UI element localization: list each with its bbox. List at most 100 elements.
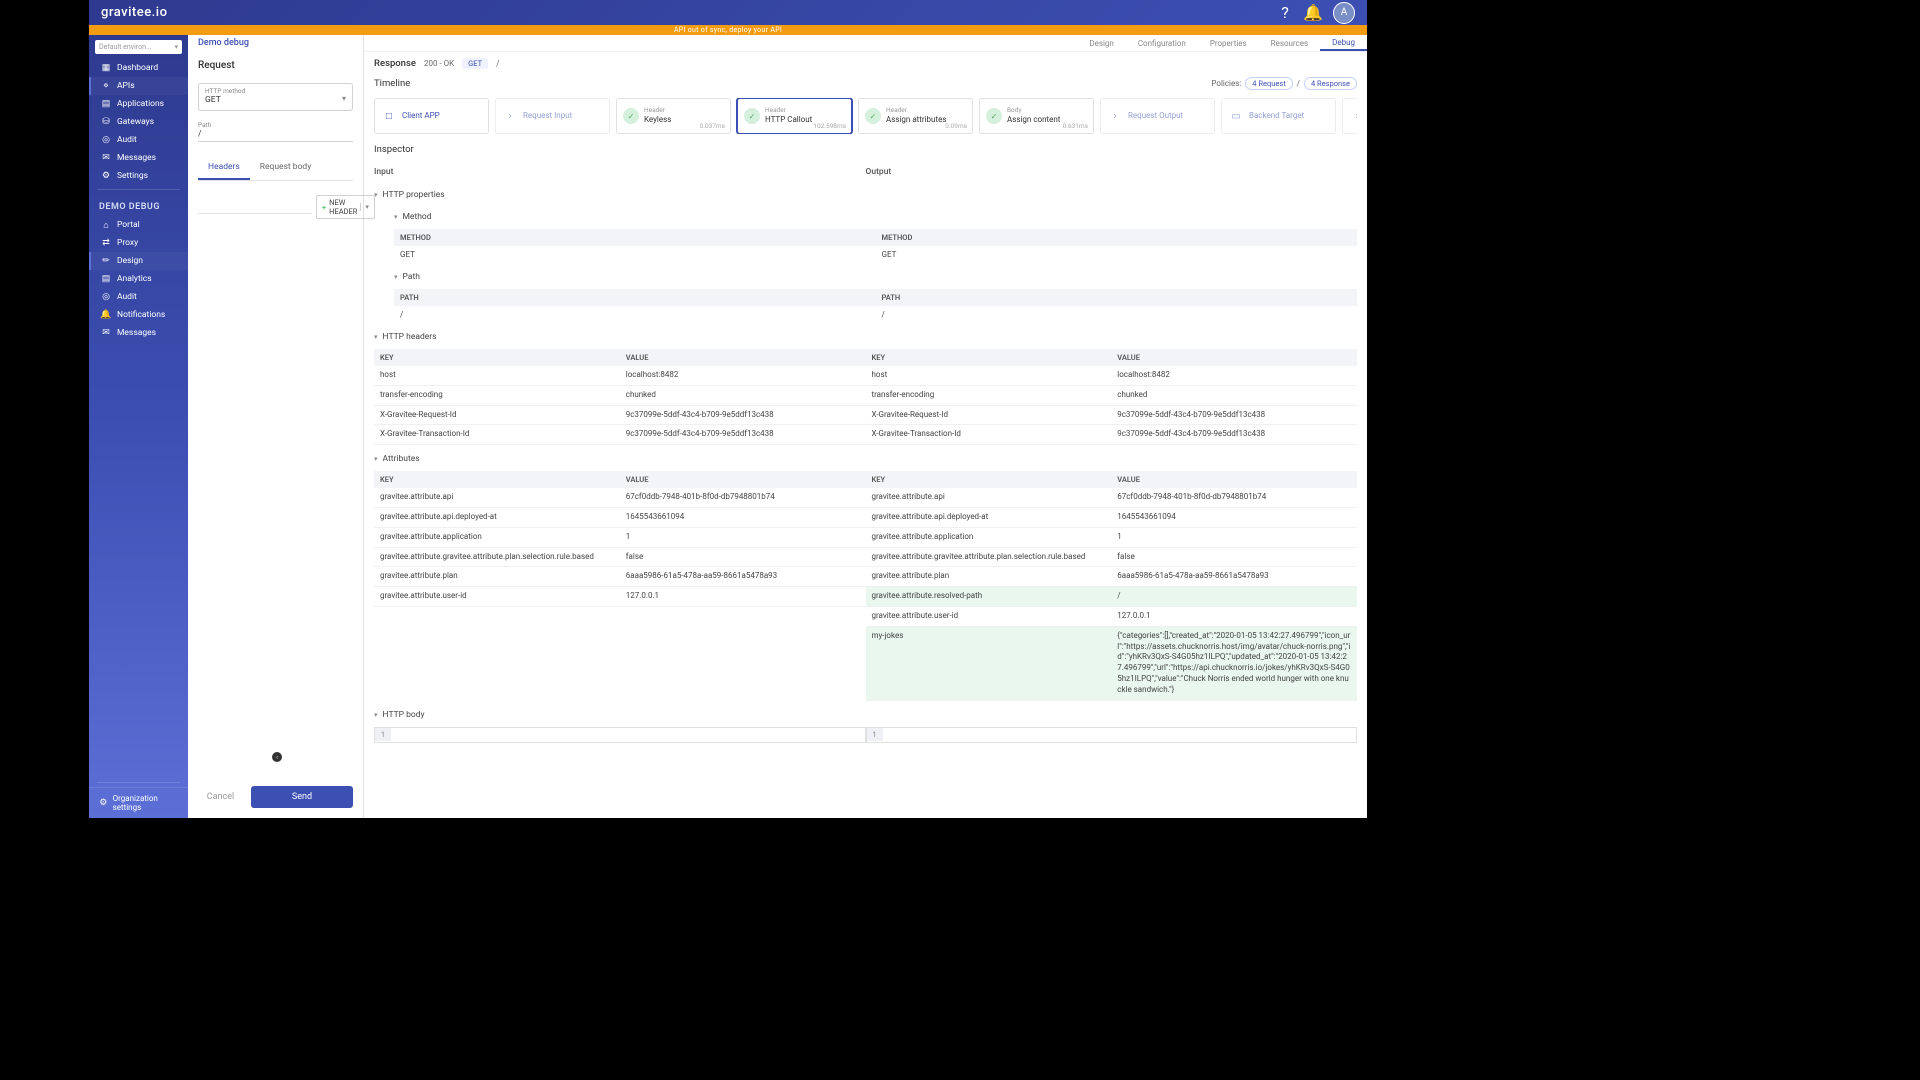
http-properties-toggle[interactable]: ▾HTTP properties (374, 187, 1357, 203)
sidebar-item-proxy[interactable]: ⇄Proxy (89, 234, 188, 252)
sidebar-item-design[interactable]: ✏Design (89, 252, 188, 270)
tab-headers[interactable]: Headers (198, 156, 250, 180)
tab-design[interactable]: Design (1077, 35, 1125, 51)
timeline-card-backend-target[interactable]: ▭Backend Target (1221, 98, 1336, 134)
table-row: gravitee.attribute.api67cf0ddb-7948-401b… (374, 488, 866, 508)
policy-icon: ✓ (623, 108, 639, 124)
timeline-card-keyless[interactable]: ✓HeaderKeyless0.037ms (616, 98, 731, 134)
http-body-toggle[interactable]: ▾HTTP body (374, 707, 1357, 723)
http-method-select[interactable]: HTTP method GET ▾ (198, 83, 353, 111)
apis-icon: ⋄ (101, 81, 111, 91)
tab-resources[interactable]: Resources (1259, 35, 1320, 51)
msg-icon: ✉ (101, 153, 111, 163)
path-output-value: / (876, 306, 1358, 323)
request-pane: Demo debug Request HTTP method GET ▾ Pat… (188, 35, 364, 818)
sidebar-collapse-icon[interactable]: ‹ (272, 752, 282, 762)
help-icon[interactable]: ? (1277, 5, 1293, 21)
sidebar-section-title: DEMO DEBUG (89, 194, 188, 216)
cancel-button[interactable]: Cancel (198, 792, 243, 802)
response-pane: DesignConfigurationPropertiesResourcesDe… (364, 35, 1367, 818)
divider (97, 782, 180, 783)
table-row: gravitee.attribute.gravitee.attribute.pl… (866, 548, 1358, 568)
timeline-card-http-callout[interactable]: ✓HeaderHTTP Callout102.598ms (737, 98, 852, 134)
sidebar-item-applications[interactable]: ▤Applications (89, 95, 188, 113)
response-header: Response 200 - OK GET / (364, 52, 1367, 73)
policies-response-badge[interactable]: 4 Response (1304, 77, 1357, 90)
http-headers-toggle[interactable]: ▾HTTP headers (374, 329, 1357, 345)
status-badge: 200 - OK (424, 59, 454, 68)
table-row: hostlocalhost:8482 (374, 366, 866, 386)
request-tabs: Headers Request body (198, 156, 353, 181)
table-row: my-jokes{"categories":[],"created_at":"2… (866, 627, 1358, 701)
sidebar-item-settings[interactable]: ⚙Settings (89, 167, 188, 185)
topbar: gravitee.io ? 🔔 A (89, 0, 1367, 25)
gateways-icon: ⛁ (101, 117, 111, 127)
step-icon: › (1107, 108, 1123, 124)
environment-select[interactable]: Default environ...▾ (95, 40, 182, 54)
apps-icon: ▤ (101, 99, 111, 109)
inspector-section: Inspector Input Output ▾HTTP properties … (364, 138, 1367, 818)
method-toggle[interactable]: ▾Method (394, 209, 1357, 225)
avatar[interactable]: A (1333, 2, 1355, 24)
divider (97, 189, 180, 190)
timeline-card-assign-content[interactable]: ✓BodyAssign content0.631ms (979, 98, 1094, 134)
audit-icon: ◎ (101, 292, 111, 302)
sidebar-item-analytics[interactable]: ▤Analytics (89, 270, 188, 288)
sidebar-item-messages[interactable]: ✉Messages (89, 149, 188, 167)
step-icon: › (502, 108, 518, 124)
table-row: gravitee.attribute.application1 (866, 528, 1358, 548)
timeline-card-request-output[interactable]: ›Request Output (1100, 98, 1215, 134)
policy-icon: ✓ (986, 108, 1002, 124)
bell-icon[interactable]: 🔔 (1305, 5, 1321, 21)
body-input: 1 (374, 727, 866, 743)
tab-debug[interactable]: Debug (1320, 35, 1367, 51)
sidebar-item-dashboard[interactable]: ▦Dashboard (89, 59, 188, 77)
timeline-card-request-input[interactable]: ›Request Input (495, 98, 610, 134)
sidebar-item-audit[interactable]: ◎Audit (89, 288, 188, 306)
table-row: gravitee.attribute.application1 (374, 528, 866, 548)
policies-request-badge[interactable]: 4 Request (1245, 77, 1292, 90)
portal-icon: ⌂ (101, 220, 111, 230)
sidebar-item-apis[interactable]: ⋄APIs (89, 77, 188, 95)
attributes-toggle[interactable]: ▾Attributes (374, 451, 1357, 467)
timeline-card-assign-attributes[interactable]: ✓HeaderAssign attributes0.09ms (858, 98, 973, 134)
dashboard-icon: ▦ (101, 63, 111, 73)
path-toggle[interactable]: ▾Path (394, 269, 1357, 285)
breadcrumb: Demo debug (188, 35, 363, 52)
tab-configuration[interactable]: Configuration (1126, 35, 1198, 51)
org-icon: ⚙ (99, 798, 108, 808)
method-input-value: GET (394, 246, 876, 263)
sidebar: Default environ...▾ ▦Dashboard⋄APIs▤Appl… (89, 35, 188, 818)
sidebar-item-audit[interactable]: ◎Audit (89, 131, 188, 149)
table-row: gravitee.attribute.api.deployed-at164554… (374, 508, 866, 528)
path-input[interactable]: Path / (198, 119, 353, 142)
organization-settings[interactable]: ⚙ Organization settings (89, 787, 188, 818)
method-output-value: GET (876, 246, 1358, 263)
table-row: X-Gravitee-Transaction-Id9c37099e-5ddf-4… (866, 425, 1358, 445)
response-method-badge: GET (462, 58, 488, 69)
send-button[interactable]: Send (251, 786, 353, 808)
sidebar-item-portal[interactable]: ⌂Portal (89, 216, 188, 234)
table-row: gravitee.attribute.api67cf0ddb-7948-401b… (866, 488, 1358, 508)
timeline-card-respon[interactable]: ›Respon (1342, 98, 1357, 134)
sync-banner[interactable]: API out of sync, deploy your API (89, 25, 1367, 35)
input-label: Input (374, 163, 866, 181)
table-row: gravitee.attribute.gravitee.attribute.pl… (374, 548, 866, 568)
table-row: X-Gravitee-Request-Id9c37099e-5ddf-43c4-… (866, 406, 1358, 426)
brand-logo: gravitee.io (101, 5, 167, 20)
table-row: hostlocalhost:8482 (866, 366, 1358, 386)
chevron-down-icon: ▾ (174, 43, 178, 51)
sidebar-item-messages[interactable]: ✉Messages (89, 324, 188, 342)
step-icon: □ (381, 108, 397, 124)
table-row: gravitee.attribute.user-id127.0.0.1 (866, 607, 1358, 627)
plus-icon: + (322, 203, 326, 212)
header-search-input[interactable] (198, 200, 312, 214)
sidebar-item-notifications[interactable]: 🔔Notifications (89, 306, 188, 324)
request-title: Request (188, 52, 363, 79)
tab-request-body[interactable]: Request body (250, 156, 321, 180)
timeline-card-client-app[interactable]: □Client APP (374, 98, 489, 134)
design-icon: ✏ (101, 256, 111, 266)
sidebar-item-gateways[interactable]: ⛁Gateways (89, 113, 188, 131)
tab-properties[interactable]: Properties (1198, 35, 1259, 51)
analytics-icon: ▤ (101, 274, 111, 284)
